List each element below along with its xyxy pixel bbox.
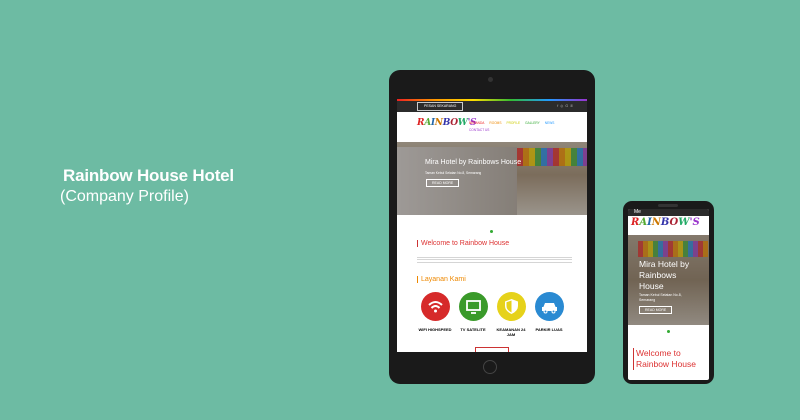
tv-icon bbox=[466, 300, 481, 314]
hero-banner: Mira Hotel by Rainbows House Taman Kebul… bbox=[397, 142, 587, 215]
tablet-camera bbox=[488, 77, 493, 82]
nav-item-profile[interactable]: PROFILE bbox=[506, 121, 520, 125]
phone-carousel-dot[interactable] bbox=[667, 330, 670, 333]
parking-service-circle bbox=[535, 292, 564, 321]
wifi-icon bbox=[428, 301, 443, 313]
site-header: RAINBOW'S BERANDA ROOMS PROFILE GALLERY NEWS… bbox=[397, 112, 587, 142]
security-label: KEAMANAN 24 JAM bbox=[496, 327, 526, 337]
hero-title: Mira Hotel by Rainbows House bbox=[425, 159, 522, 166]
phone-hero-subtitle: Taman Kebul Selatan No.8, Semarang bbox=[639, 293, 682, 302]
phone-site-logo[interactable]: RAINBOW'S bbox=[631, 217, 700, 228]
phone-welcome-heading: Welcome to Rainbow House bbox=[633, 348, 708, 370]
social-icons[interactable]: f◎G✆ bbox=[557, 104, 575, 108]
read-more-button[interactable]: READ MORE bbox=[426, 179, 460, 187]
services-heading: Layanan Kami bbox=[417, 276, 466, 283]
phone-screen: Me RAINBOW'S Mira Hotel by Rainbows Hous… bbox=[628, 209, 709, 380]
phone-menu-bar[interactable]: Me bbox=[628, 209, 709, 216]
parking-label: PARKIR LUAS bbox=[535, 327, 563, 332]
top-bar: PESAN SEKARANG f◎G✆ bbox=[397, 101, 587, 112]
phone-icon[interactable]: ✆ bbox=[570, 104, 575, 108]
nav-item-rooms[interactable]: ROOMS bbox=[489, 121, 501, 125]
nav-item-beranda[interactable]: BERANDA bbox=[469, 121, 484, 125]
hero-subtitle: Taman Kebul Selatan No.8, Semarang bbox=[425, 171, 482, 175]
tablet-mockup: PESAN SEKARANG f◎G✆ RAINBOW'S BERANDA ROO… bbox=[389, 70, 595, 384]
phone-read-more-button[interactable]: READ MORE bbox=[639, 306, 673, 314]
book-now-button[interactable]: PESAN SEKARANG bbox=[417, 102, 464, 111]
shield-icon bbox=[505, 299, 518, 314]
wifi-service-circle bbox=[421, 292, 450, 321]
wifi-label: WIFI HIGHSPEED bbox=[418, 327, 452, 332]
page-subtitle: (Company Profile) bbox=[60, 188, 189, 205]
phone-hero-banner: Mira Hotel by Rainbows House Taman Kebul… bbox=[628, 235, 709, 325]
nav-item-contact[interactable]: CONTACT US bbox=[469, 128, 489, 132]
security-service-circle bbox=[497, 292, 526, 321]
car-icon bbox=[542, 303, 557, 314]
welcome-paragraph bbox=[417, 257, 572, 263]
carousel-dot[interactable] bbox=[490, 230, 493, 233]
main-nav: BERANDA ROOMS PROFILE GALLERY NEWS CONTACT US bbox=[469, 120, 579, 134]
phone-hero-title: Mira Hotel by Rainbows House bbox=[639, 259, 690, 291]
tablet-home-button[interactable] bbox=[483, 360, 497, 374]
tablet-screen: PESAN SEKARANG f◎G✆ RAINBOW'S BERANDA ROO… bbox=[397, 99, 587, 352]
nav-item-news[interactable]: NEWS bbox=[545, 121, 555, 125]
nav-item-gallery[interactable]: GALLERY bbox=[525, 121, 540, 125]
site-logo[interactable]: RAINBOW'S bbox=[417, 118, 477, 128]
tv-service-circle bbox=[459, 292, 488, 321]
phone-notch bbox=[658, 204, 678, 207]
services-more-button[interactable] bbox=[475, 347, 509, 352]
phone-mockup: Me RAINBOW'S Mira Hotel by Rainbows Hous… bbox=[623, 201, 714, 384]
page-title: Rainbow House Hotel bbox=[63, 166, 234, 185]
tv-label: TV SATELITE bbox=[460, 327, 486, 332]
welcome-heading: Welcome to Rainbow House bbox=[417, 240, 509, 247]
